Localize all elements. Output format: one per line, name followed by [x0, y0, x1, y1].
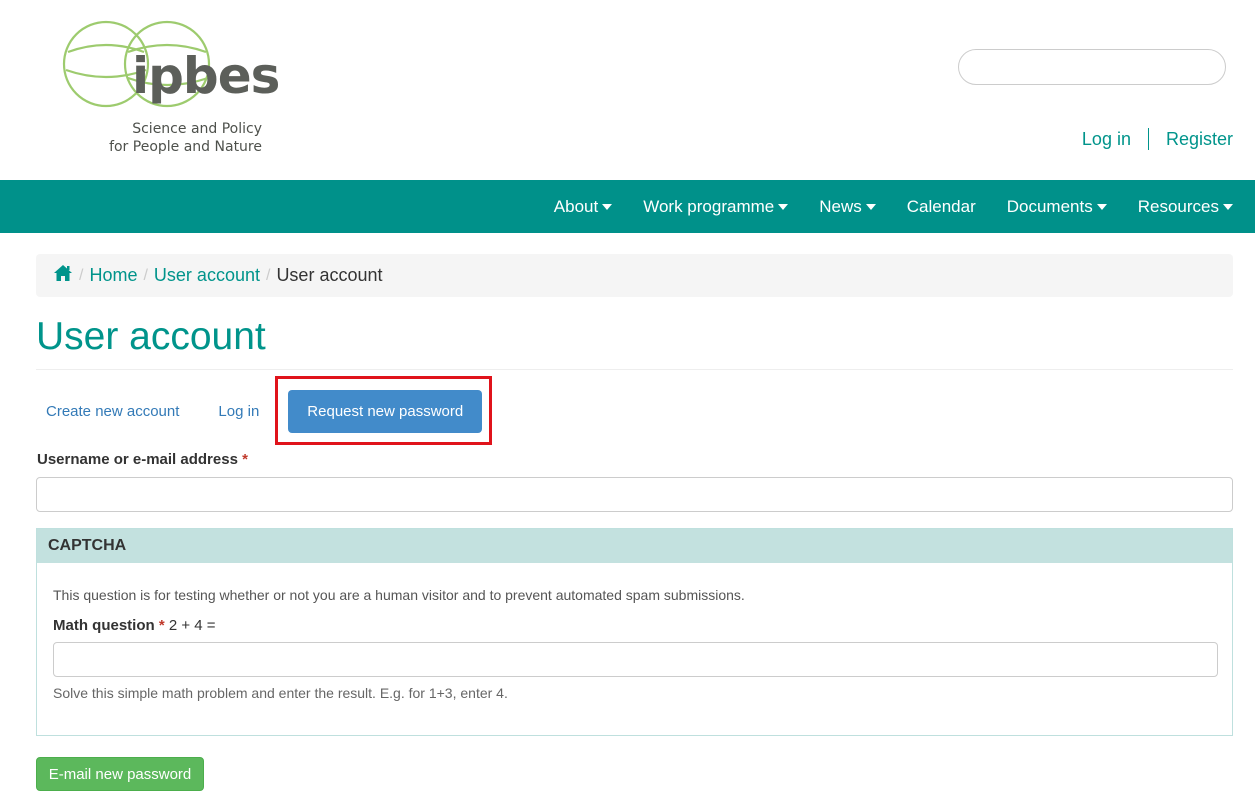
page-title: User account	[36, 315, 266, 358]
breadcrumb-link-home[interactable]: Home	[89, 265, 137, 286]
captcha-fieldset: CAPTCHA This question is for testing whe…	[36, 528, 1233, 736]
math-problem: 2 + 4 =	[168, 617, 216, 634]
username-label-text: Username or e-mail address	[37, 451, 238, 468]
nav-item-label: Work programme	[643, 196, 775, 216]
breadcrumb-link-user-account[interactable]: User account	[154, 265, 260, 286]
user-links-divider	[1147, 128, 1149, 150]
nav-item-documents[interactable]: Documents	[1007, 197, 1107, 217]
user-links: Log in Register	[1082, 128, 1233, 150]
breadcrumb-separator: /	[143, 266, 148, 284]
username-input[interactable]	[36, 477, 1233, 512]
breadcrumb: / Home / User account / User account	[36, 254, 1233, 297]
nav-item-about[interactable]: About	[553, 196, 613, 217]
site-header: ipbes Science and Policy for People and …	[0, 0, 1255, 180]
main-navbar: About Work programme News Calendar Docum…	[0, 180, 1255, 233]
breadcrumb-current: User account	[276, 265, 383, 285]
caret-down-icon	[1223, 203, 1233, 210]
nav-item-resources[interactable]: Resources	[1138, 197, 1233, 217]
breadcrumb-separator: /	[79, 266, 84, 284]
nav-menu: About Work programme News Calendar Docum…	[523, 180, 1233, 233]
home-icon	[54, 265, 72, 281]
caret-down-icon	[1096, 203, 1107, 210]
tab-log-in[interactable]: Log in	[208, 390, 269, 433]
math-question-label-text: Math question	[53, 617, 155, 634]
nav-item-work-programme[interactable]: Work programme	[643, 196, 789, 217]
caret-down-icon	[865, 203, 876, 210]
login-link[interactable]: Log in	[1082, 129, 1131, 150]
math-question-label: Math question * 2 + 4 =	[53, 617, 216, 634]
register-link[interactable]: Register	[1166, 129, 1233, 150]
nav-item-label: News	[819, 196, 862, 216]
nav-item-label: About	[553, 196, 599, 216]
required-marker: *	[158, 617, 165, 634]
captcha-description: This question is for testing whether or …	[53, 587, 745, 603]
breadcrumb-home-link[interactable]	[53, 264, 73, 287]
nav-item-label: Resources	[1137, 196, 1219, 216]
required-marker: *	[242, 451, 248, 468]
captcha-heading: CAPTCHA	[37, 529, 1232, 563]
title-divider	[36, 369, 1233, 370]
logo-wordmark: ipbes	[132, 47, 280, 105]
math-help-text: Solve this simple math problem and enter…	[53, 685, 508, 701]
nav-item-label: Calendar	[906, 196, 976, 216]
logo-tagline-2: for People and Nature	[109, 139, 262, 155]
tab-create-new-account[interactable]: Create new account	[36, 390, 189, 433]
email-new-password-button[interactable]: E-mail new password	[36, 757, 204, 791]
logo-tagline-1: Science and Policy	[132, 121, 262, 137]
math-answer-input[interactable]	[53, 642, 1218, 677]
nav-item-news[interactable]: News	[819, 197, 876, 217]
caret-down-icon	[778, 203, 789, 210]
nav-item-label: Documents	[1006, 196, 1093, 216]
username-label: Username or e-mail address *	[37, 451, 248, 468]
breadcrumb-separator: /	[265, 266, 271, 284]
nav-item-calendar[interactable]: Calendar	[907, 197, 976, 217]
ipbes-logo[interactable]: ipbes Science and Policy for People and …	[62, 18, 280, 163]
search-input[interactable]	[958, 49, 1226, 85]
caret-down-icon	[602, 203, 613, 210]
highlight-annotation-box	[275, 376, 492, 445]
